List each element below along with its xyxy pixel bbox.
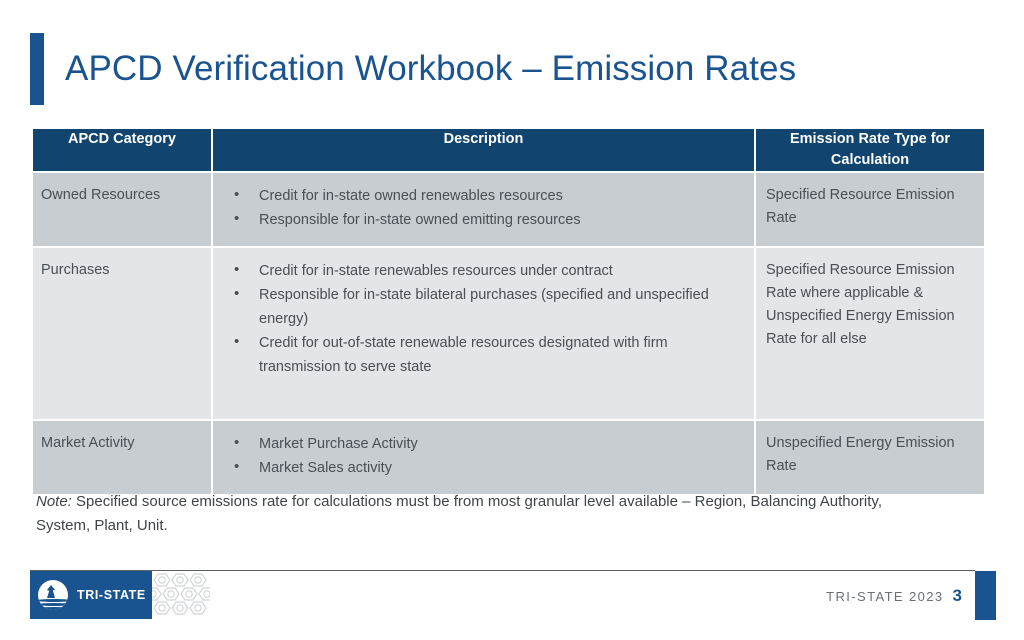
tri-state-emblem-icon <box>38 580 68 610</box>
cell-emission-rate: Specified Resource Emission Rate <box>756 173 984 246</box>
hexagon-pattern-decoration <box>144 571 216 619</box>
footer-accent-bar <box>975 571 996 620</box>
list-item: Credit for in-state renewables resources… <box>221 258 744 283</box>
table-header-row: APCD Category Description Emission Rate … <box>33 129 984 171</box>
bullet-list: Market Purchase Activity Market Sales ac… <box>221 431 744 480</box>
page-title: APCD Verification Workbook – Emission Ra… <box>65 49 797 88</box>
column-header-apcd-category: APCD Category <box>33 129 211 171</box>
cell-category: Purchases <box>33 248 211 419</box>
slide: APCD Verification Workbook – Emission Ra… <box>0 0 1024 640</box>
list-item: Responsible for in-state owned emitting … <box>221 207 744 232</box>
page-number: 3 <box>952 586 962 605</box>
column-header-emission-rate-type: Emission Rate Type for Calculation <box>756 129 984 171</box>
list-item: Credit for out-of-state renewable resour… <box>221 330 744 379</box>
footer-meta: TRI-STATE 2023 3 <box>826 586 962 606</box>
cell-description: Market Purchase Activity Market Sales ac… <box>213 421 754 494</box>
list-item: Responsible for in-state bilateral purch… <box>221 282 744 331</box>
bullet-list: Credit for in-state owned renewables res… <box>221 183 744 232</box>
table-row: Market Activity Market Purchase Activity… <box>33 421 984 494</box>
list-item: Market Purchase Activity <box>221 431 744 456</box>
note-body: Specified source emissions rate for calc… <box>36 493 882 534</box>
emission-rates-table: APCD Category Description Emission Rate … <box>31 127 984 496</box>
cell-description: Credit for in-state owned renewables res… <box>213 173 754 246</box>
table-row: Owned Resources Credit for in-state owne… <box>33 173 984 246</box>
list-item: Credit for in-state owned renewables res… <box>221 183 744 208</box>
cell-emission-rate: Unspecified Energy Emission Rate <box>756 421 984 494</box>
cell-description: Credit for in-state renewables resources… <box>213 248 754 419</box>
cell-category: Owned Resources <box>33 173 211 246</box>
cell-emission-rate: Specified Resource Emission Rate where a… <box>756 248 984 419</box>
note-text: Note: Specified source emissions rate fo… <box>36 490 926 538</box>
footer-copyright: TRI-STATE 2023 <box>826 589 944 604</box>
title-block: APCD Verification Workbook – Emission Ra… <box>30 33 980 105</box>
cell-category: Market Activity <box>33 421 211 494</box>
list-item: Market Sales activity <box>221 455 744 480</box>
logo-wordmark: TRI-STATE <box>77 588 146 602</box>
bullet-list: Credit for in-state renewables resources… <box>221 258 744 379</box>
tri-state-logo: TRI-STATE <box>30 571 152 619</box>
column-header-description: Description <box>213 129 754 171</box>
table-row: Purchases Credit for in-state renewables… <box>33 248 984 419</box>
note-label: Note: <box>36 493 72 510</box>
title-accent-bar <box>30 33 44 105</box>
